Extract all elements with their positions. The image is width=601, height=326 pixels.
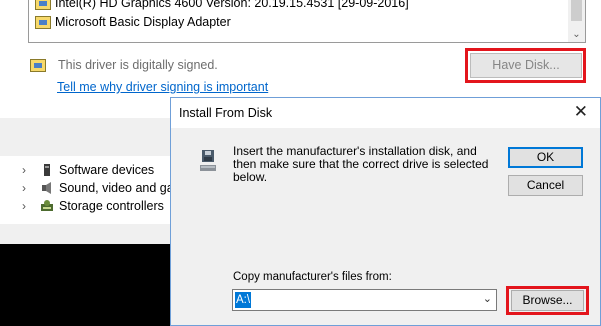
- chevron-right-icon[interactable]: ›: [22, 163, 34, 177]
- chip-icon: [40, 163, 54, 177]
- signature-status: This driver is digitally signed.: [30, 58, 218, 72]
- path-combobox[interactable]: A:\ ⌄: [232, 289, 497, 311]
- driver-signing-link[interactable]: Tell me why driver signing is important: [57, 80, 268, 94]
- driver-listbox[interactable]: Intel(R) HD Graphics 4600 Version: 20.19…: [28, 0, 586, 43]
- instruction-text: Insert the manufacturer's installation d…: [233, 144, 489, 184]
- driver-list-item[interactable]: Microsoft Basic Display Adapter: [35, 13, 231, 31]
- driver-list-item-label: Microsoft Basic Display Adapter: [55, 15, 231, 29]
- display-adapter-icon: [35, 0, 51, 10]
- driver-list-item-label: Intel(R) HD Graphics 4600 Version: 20.19…: [55, 0, 409, 10]
- tree-item-label: Software devices: [59, 163, 155, 177]
- listbox-scrollbar[interactable]: ⌄: [568, 0, 585, 42]
- dialog-titlebar[interactable]: Install From Disk ✕: [171, 98, 600, 128]
- scrollbar-thumb[interactable]: [571, 0, 582, 21]
- chevron-down-icon[interactable]: ⌄: [568, 29, 585, 40]
- signature-status-text: This driver is digitally signed.: [58, 58, 218, 72]
- tree-item-storage-controllers[interactable]: › Storage controllers: [22, 197, 164, 215]
- cancel-button[interactable]: Cancel: [508, 175, 583, 196]
- install-from-disk-dialog: Install From Disk ✕ Insert the manufactu…: [170, 97, 601, 326]
- ok-button[interactable]: OK: [508, 147, 583, 168]
- tree-item-software-devices[interactable]: › Software devices: [22, 161, 154, 179]
- have-disk-button[interactable]: Have Disk...: [470, 53, 582, 78]
- disk-drive-icon: [200, 150, 216, 174]
- tree-item-label: Storage controllers: [59, 199, 164, 213]
- browse-button[interactable]: Browse...: [511, 290, 584, 311]
- path-value[interactable]: A:\: [235, 292, 252, 308]
- driver-list-item[interactable]: Intel(R) HD Graphics 4600 Version: 20.19…: [35, 0, 409, 12]
- display-adapter-icon: [35, 15, 51, 29]
- chevron-down-icon[interactable]: ⌄: [483, 292, 492, 305]
- signed-driver-icon: [30, 58, 46, 72]
- chevron-right-icon[interactable]: ›: [22, 181, 34, 195]
- close-icon[interactable]: ✕: [574, 102, 588, 122]
- copy-from-label: Copy manufacturer's files from:: [233, 271, 392, 283]
- chevron-right-icon[interactable]: ›: [22, 199, 34, 213]
- storage-icon: [40, 199, 54, 213]
- dialog-title: Install From Disk: [179, 106, 273, 120]
- speaker-icon: [40, 181, 54, 195]
